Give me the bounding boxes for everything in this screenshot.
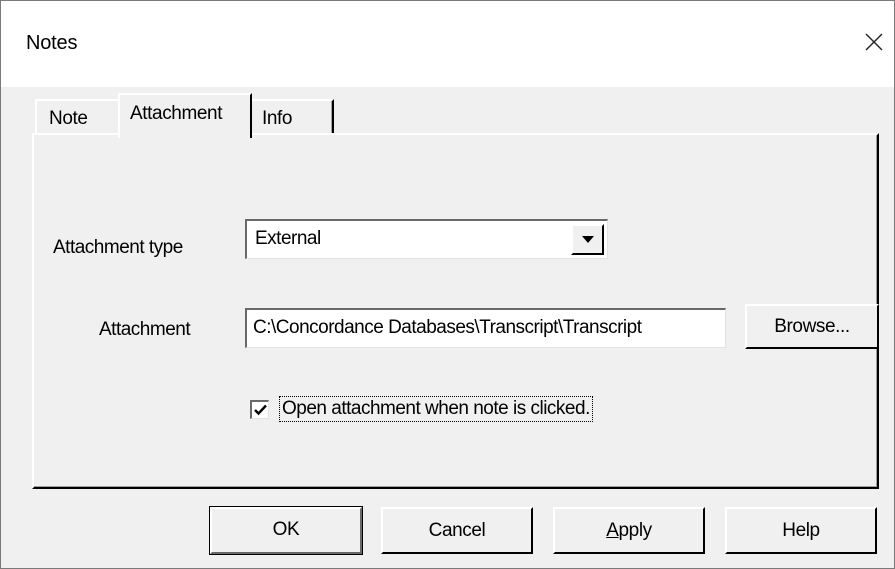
apply-button[interactable]: Apply	[553, 507, 705, 554]
browse-button-label: Browse...	[774, 316, 850, 337]
close-icon	[865, 33, 883, 51]
apply-mnemonic: A	[606, 520, 619, 541]
attachment-type-select[interactable]: External	[245, 219, 608, 259]
dropdown-button[interactable]	[571, 224, 604, 255]
checkmark-icon	[253, 404, 267, 416]
chevron-down-icon	[581, 235, 594, 243]
tab-info[interactable]: Info	[252, 99, 334, 133]
tab-attachment-label: Attachment	[130, 103, 223, 124]
apply-label-rest: pply	[618, 520, 653, 541]
attachment-path-value: C:\Concordance Databases\Transcript\Tran…	[253, 317, 642, 338]
apply-button-label: Apply	[606, 520, 652, 541]
attachment-type-label: Attachment type	[53, 237, 183, 258]
attachment-type-value: External	[255, 228, 321, 249]
attachment-label: Attachment	[99, 319, 191, 340]
tab-note-label: Note	[49, 108, 88, 129]
cancel-button-label: Cancel	[428, 520, 486, 541]
close-button[interactable]	[854, 19, 894, 65]
tab-attachment[interactable]: Attachment	[118, 93, 252, 138]
open-attachment-checkbox[interactable]	[250, 400, 269, 419]
tab-note[interactable]: Note	[35, 99, 118, 133]
notes-dialog: Notes Note Attachment Info Attachment ty…	[0, 0, 895, 569]
window-title: Notes	[26, 32, 78, 54]
title-bar: Notes	[1, 1, 894, 87]
help-button-label: Help	[782, 520, 820, 541]
open-attachment-checkbox-label[interactable]: Open attachment when note is clicked.	[279, 396, 593, 422]
browse-button[interactable]: Browse...	[745, 304, 879, 349]
tab-info-label: Info	[262, 108, 293, 129]
ok-button[interactable]: OK	[209, 506, 363, 555]
ok-button-label: OK	[272, 519, 300, 540]
help-button[interactable]: Help	[725, 507, 877, 554]
cancel-button[interactable]: Cancel	[381, 507, 533, 554]
attachment-path-field[interactable]: C:\Concordance Databases\Transcript\Tran…	[245, 308, 726, 348]
